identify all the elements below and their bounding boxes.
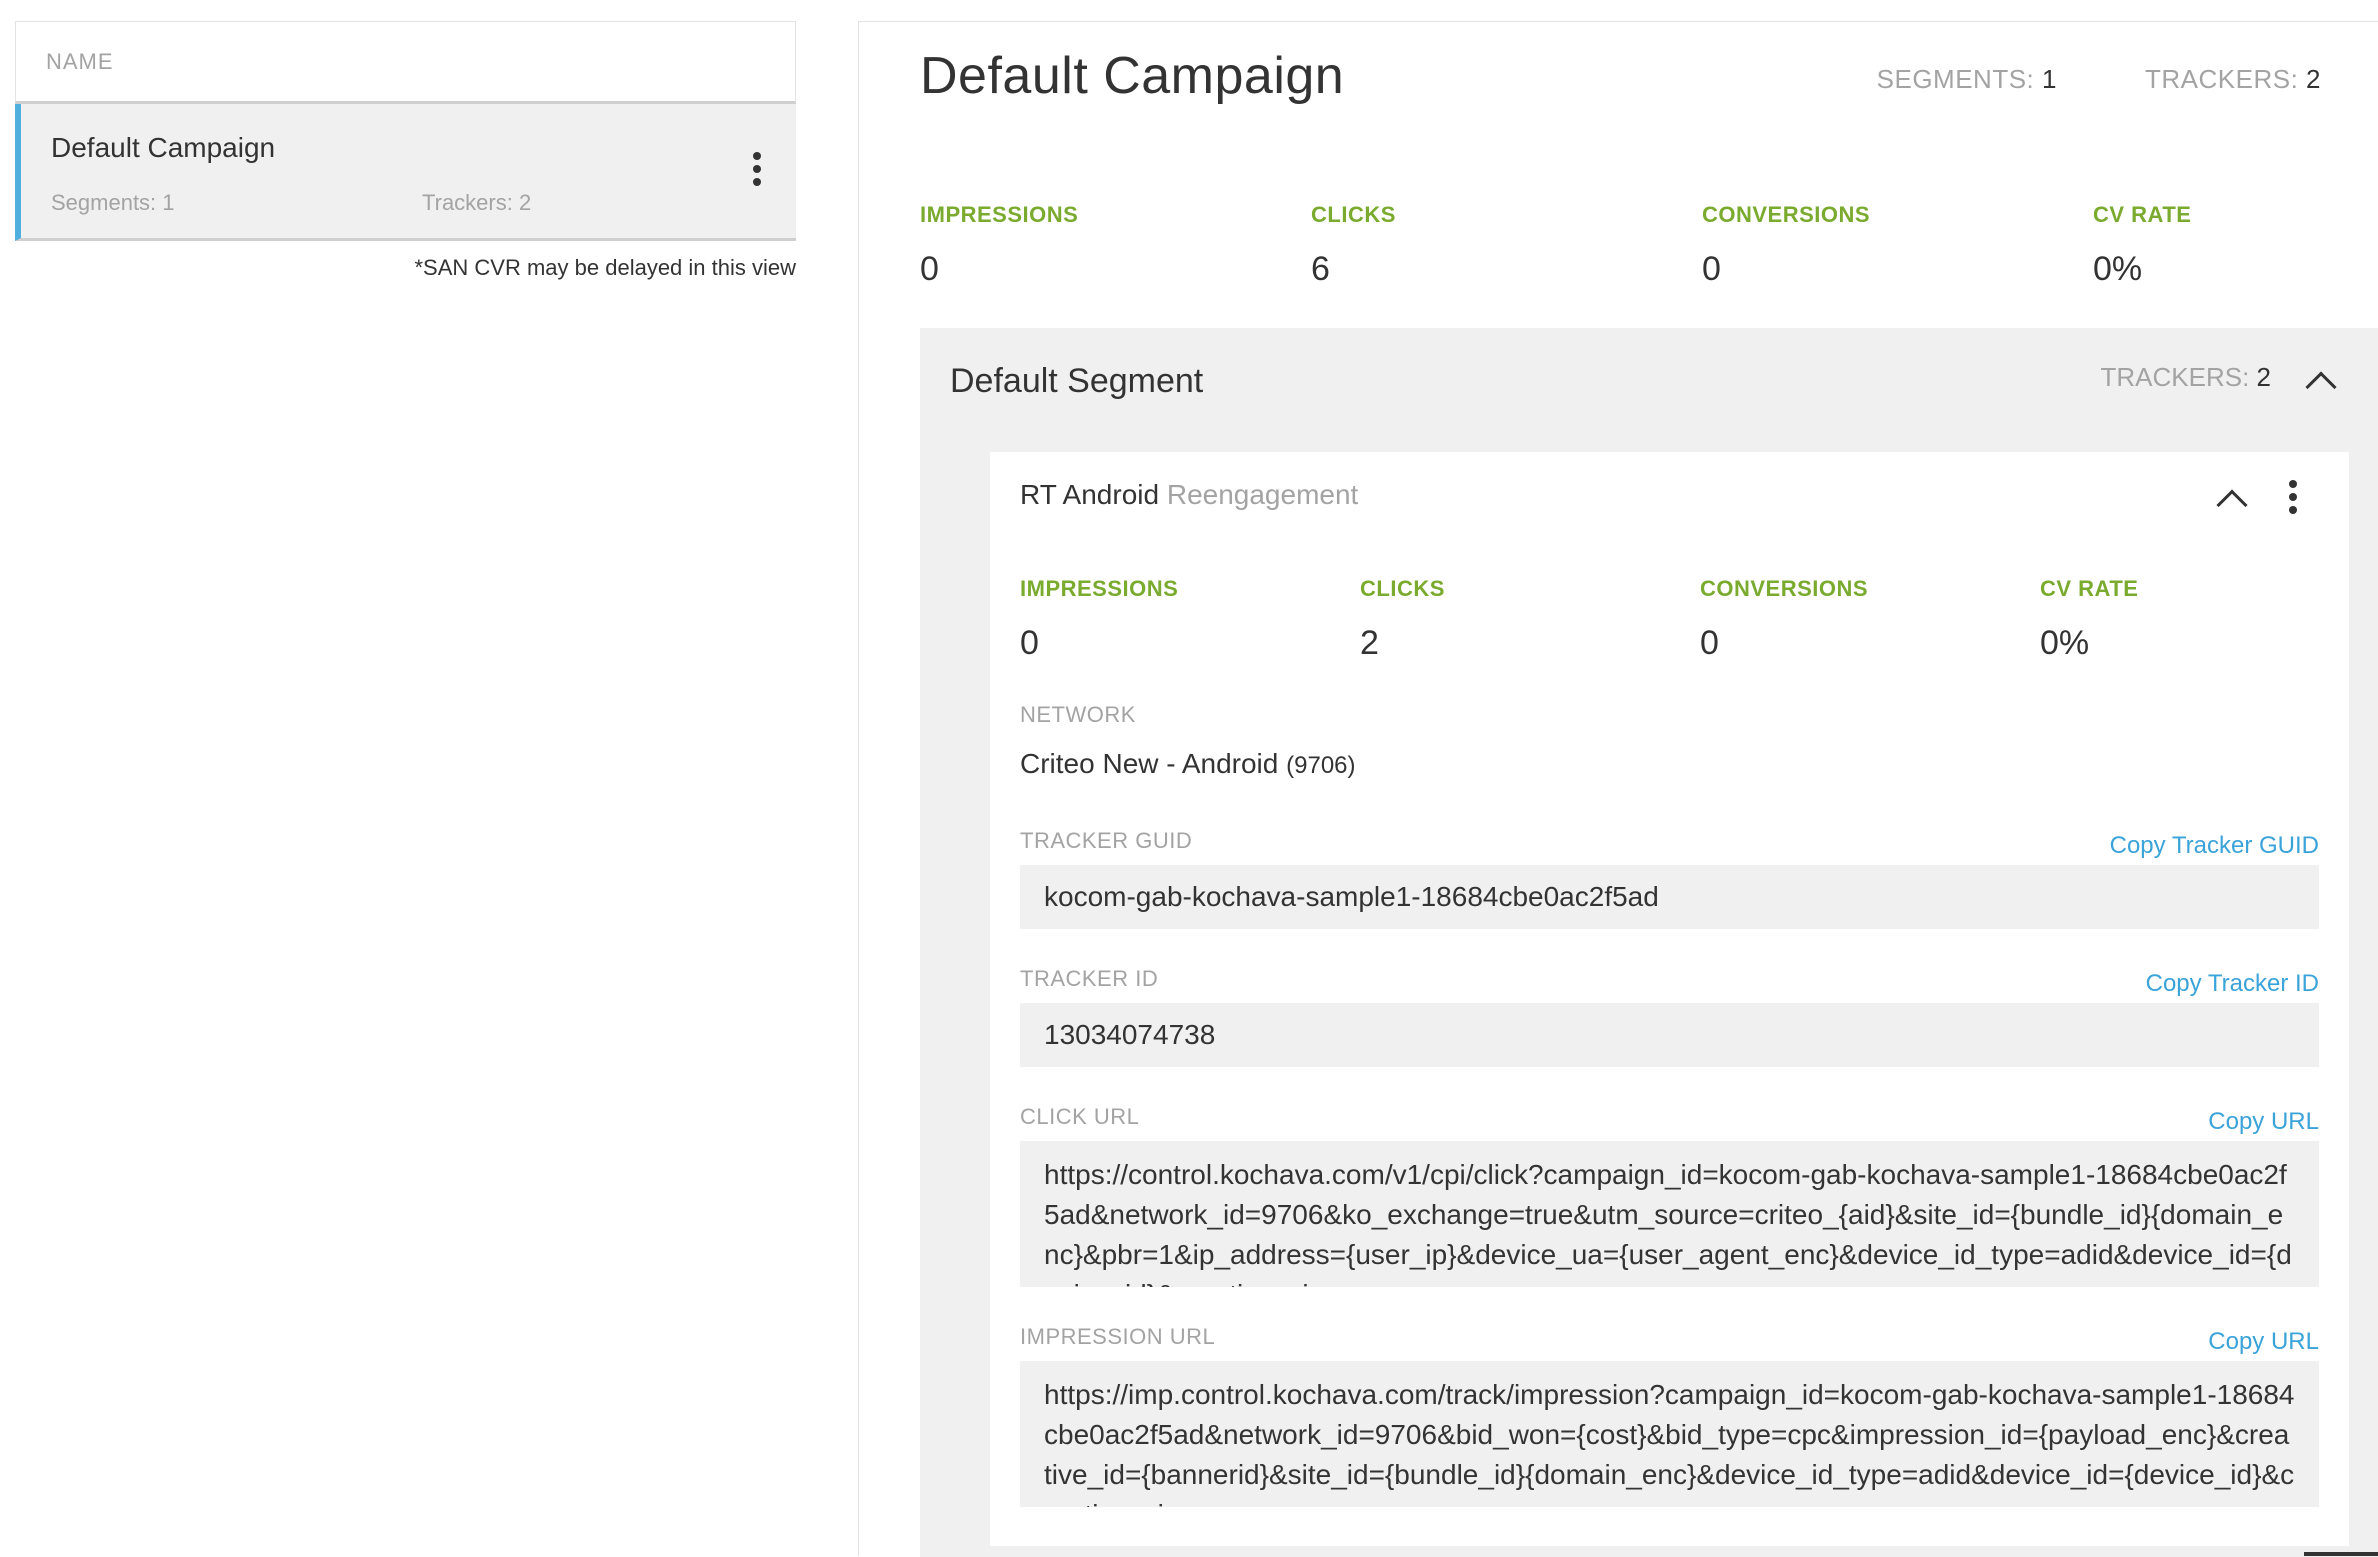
tracker-stat-impressions: IMPRESSIONS 0 — [1020, 576, 1360, 663]
campaign-item-name: Default Campaign — [51, 132, 276, 163]
stat-value: 0% — [2040, 624, 2090, 662]
stat-label: CLICKS — [1360, 576, 1445, 601]
tracker-card: RT Android Reengagement IMPRESSIONS 0 CL… — [990, 452, 2349, 1546]
tracker-stats: IMPRESSIONS 0 CLICKS 2 CONVERSIONS 0 CV … — [1020, 576, 2378, 663]
trackers-count-value: 2 — [2306, 64, 2321, 94]
tracker-id-label: TRACKER ID — [1020, 966, 1159, 991]
network-id: (9706) — [1286, 752, 1356, 779]
stat-label: IMPRESSIONS — [1020, 576, 1179, 601]
stat-value: 0 — [1702, 250, 1721, 288]
segment-card: Default Segment TRACKERS: 2 RT Android R… — [920, 328, 2378, 1557]
list-header-name: NAME — [15, 21, 796, 104]
campaign-detail-panel: Default Campaign SEGMENTS: 1 TRACKERS: 2… — [858, 21, 2378, 1557]
stat-label: CV RATE — [2093, 202, 2192, 227]
campaign-segments-count: SEGMENTS: 1 — [1877, 64, 2057, 95]
tracker-id-field[interactable]: 13034074738 — [1020, 1003, 2319, 1067]
stat-label: CLICKS — [1311, 202, 1396, 227]
tracker-more-icon[interactable] — [2286, 480, 2300, 514]
impression-url-label: IMPRESSION URL — [1020, 1324, 1216, 1349]
campaign-trackers-count: TRACKERS: 2 — [2145, 64, 2321, 95]
stat-label: CV RATE — [2040, 576, 2139, 601]
segment-collapse-chevron-up-icon[interactable] — [2305, 371, 2337, 403]
scrollbar-edge — [2304, 1552, 2378, 1556]
tracker-collapse-chevron-up-icon[interactable] — [2216, 489, 2248, 521]
stat-label: IMPRESSIONS — [920, 202, 1079, 227]
trackers-count-label: TRACKERS: — [2144, 64, 2299, 94]
tracker-stat-conversions: CONVERSIONS 0 — [1700, 576, 2040, 663]
segment-trackers-count: TRACKERS: 2 — [2100, 362, 2271, 393]
campaign-stat-cv-rate: CV RATE 0% — [2093, 202, 2378, 289]
stat-value: 0 — [1020, 624, 1039, 662]
campaign-counts: SEGMENTS: 1 TRACKERS: 2 — [1877, 64, 2321, 95]
segments-count-value: 1 — [2042, 64, 2057, 94]
campaign-stat-impressions: IMPRESSIONS 0 — [920, 202, 1311, 289]
campaign-item-more-icon[interactable] — [750, 152, 764, 186]
stat-value: 0 — [920, 250, 939, 288]
campaign-title: Default Campaign — [920, 47, 1345, 105]
stat-label: CONVERSIONS — [1702, 202, 1871, 227]
copy-tracker-id-link[interactable]: Copy Tracker ID — [2146, 970, 2319, 998]
copy-impression-url-link[interactable]: Copy URL — [2208, 1328, 2319, 1356]
campaign-list-item[interactable]: Default Campaign Segments: 1 Trackers: 2 — [15, 104, 796, 241]
segment-trackers-value: 2 — [2256, 362, 2271, 392]
campaign-stat-clicks: CLICKS 6 — [1311, 202, 1702, 289]
copy-tracker-guid-link[interactable]: Copy Tracker GUID — [2110, 832, 2319, 860]
copy-click-url-link[interactable]: Copy URL — [2208, 1108, 2319, 1136]
tracker-type: Reengagement — [1166, 479, 1359, 510]
click-url-label: CLICK URL — [1020, 1104, 1140, 1129]
campaign-list-panel: NAME Default Campaign Segments: 1 Tracke… — [15, 21, 796, 281]
tracker-stat-clicks: CLICKS 2 — [1360, 576, 1700, 663]
network-name: Criteo New - Android — [1020, 748, 1279, 779]
tracker-title: RT Android Reengagement — [1020, 479, 1358, 511]
tracker-guid-label: TRACKER GUID — [1020, 828, 1193, 853]
tracker-guid-field[interactable]: kocom-gab-kochava-sample1-18684cbe0ac2f5… — [1020, 865, 2319, 929]
impression-url-field[interactable]: https://imp.control.kochava.com/track/im… — [1020, 1361, 2319, 1507]
tracker-stat-cv-rate: CV RATE 0% — [2040, 576, 2378, 663]
stat-value: 0% — [2093, 250, 2143, 288]
network-value: Criteo New - Android (9706) — [1020, 748, 1356, 780]
stat-value: 2 — [1360, 624, 1379, 662]
campaign-item-segments: Segments: 1 — [51, 190, 175, 215]
san-cvr-note: *SAN CVR may be delayed in this view — [414, 255, 797, 280]
campaign-stats: IMPRESSIONS 0 CLICKS 6 CONVERSIONS 0 CV … — [920, 202, 2378, 289]
stat-value: 0 — [1700, 624, 1719, 662]
stat-value: 6 — [1311, 250, 1330, 288]
stat-label: CONVERSIONS — [1700, 576, 1869, 601]
segment-trackers-label: TRACKERS: — [2100, 362, 2250, 392]
network-label: NETWORK — [1020, 702, 1136, 727]
segments-count-label: SEGMENTS: — [1876, 64, 2035, 94]
segment-title: Default Segment — [950, 362, 1204, 400]
campaign-item-trackers: Trackers: 2 — [422, 190, 532, 215]
tracker-name: RT Android — [1020, 479, 1160, 510]
click-url-field[interactable]: https://control.kochava.com/v1/cpi/click… — [1020, 1141, 2319, 1287]
campaign-stat-conversions: CONVERSIONS 0 — [1702, 202, 2093, 289]
